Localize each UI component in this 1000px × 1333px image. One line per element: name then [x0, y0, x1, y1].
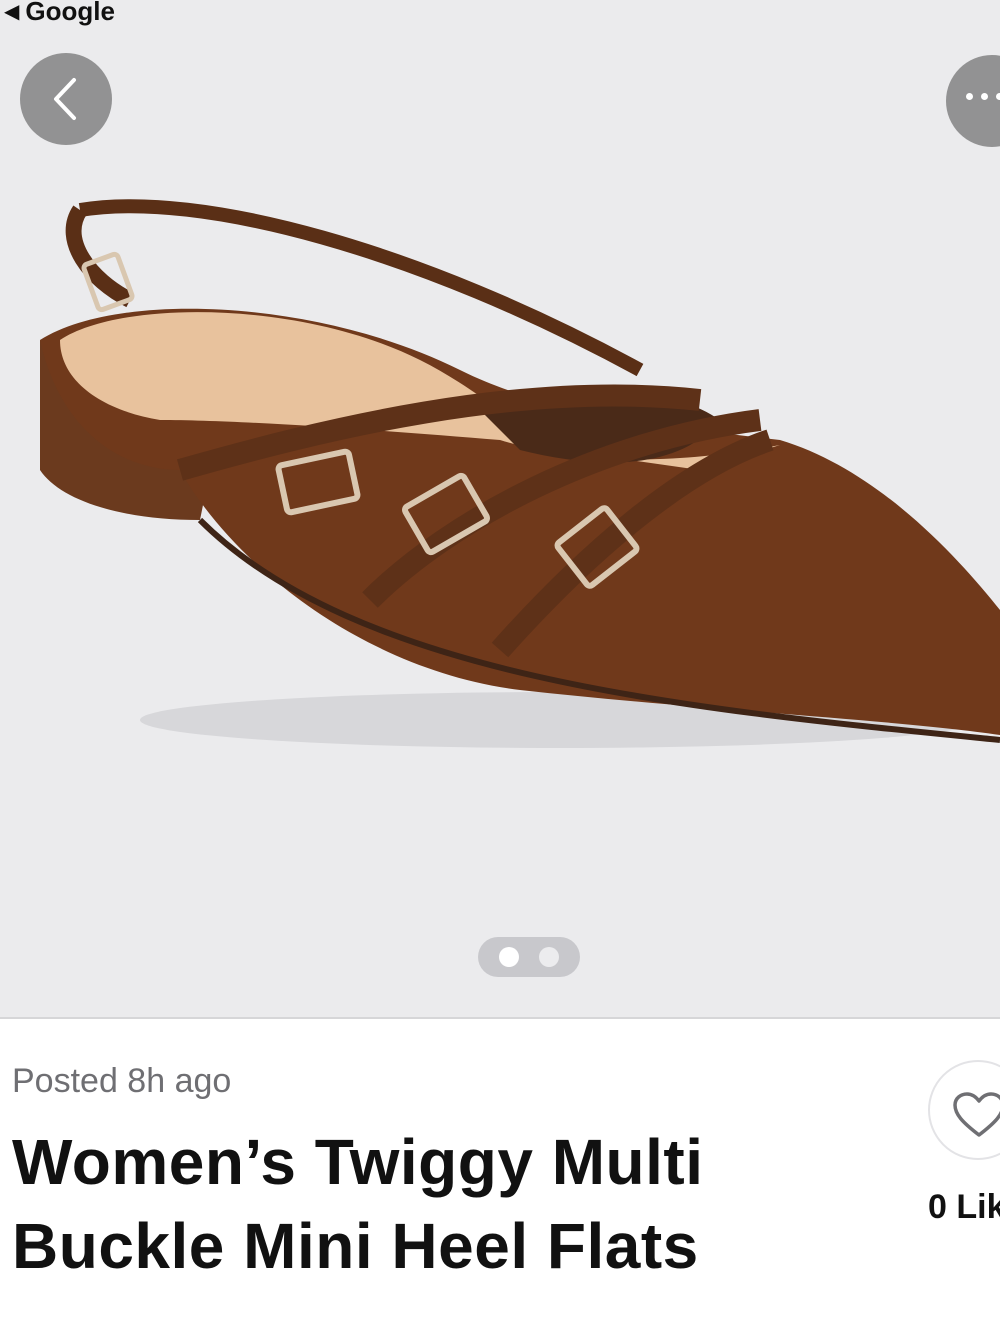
photo-pager[interactable] — [478, 937, 580, 977]
back-app-label: Google — [25, 0, 115, 26]
pager-dot-2[interactable] — [539, 947, 559, 967]
product-photo[interactable]: ◀ Google — [0, 0, 1000, 1018]
like-count: 0 Lik — [928, 1188, 1000, 1226]
listing-title: Women’s Twiggy Multi Buckle Mini Heel Fl… — [12, 1126, 704, 1282]
more-dots-icon — [966, 93, 1000, 100]
back-triangle-icon: ◀ — [4, 0, 20, 23]
photo-divider — [0, 1017, 1000, 1019]
posted-time: Posted 8h ago — [12, 1062, 232, 1100]
pager-dot-1[interactable] — [499, 947, 519, 967]
status-back-to-app[interactable]: ◀ Google — [4, 0, 115, 26]
chevron-left-icon — [54, 78, 76, 120]
back-button[interactable] — [20, 53, 112, 145]
like-button[interactable] — [928, 1060, 1000, 1160]
heart-icon — [953, 1092, 1000, 1137]
shoe-image — [40, 199, 1000, 748]
